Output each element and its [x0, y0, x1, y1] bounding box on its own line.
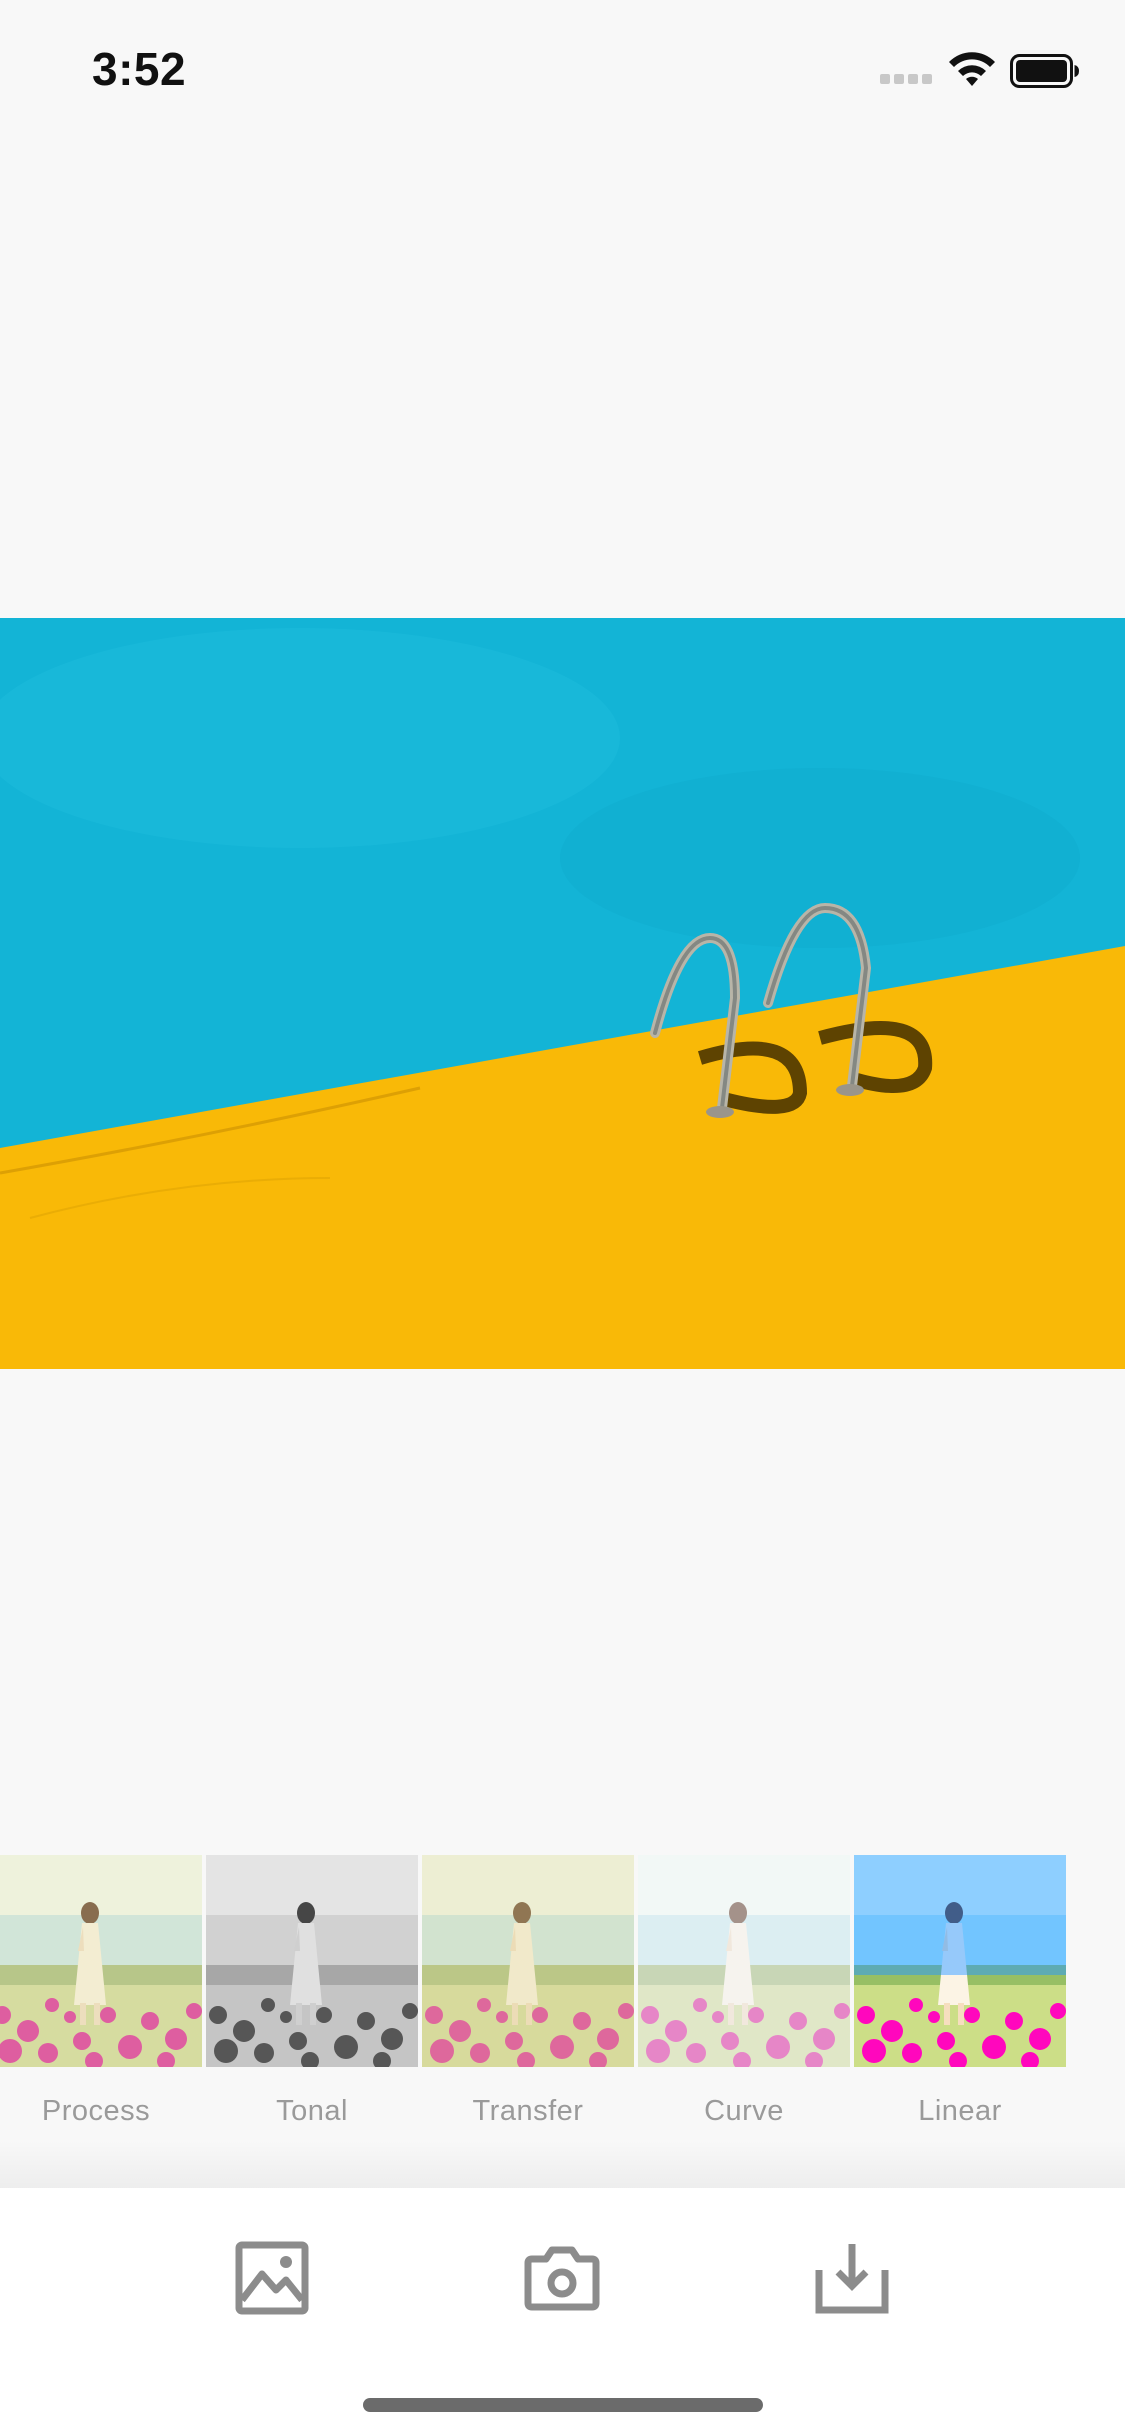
gallery-button[interactable]: [222, 2228, 322, 2328]
filter-curve-thumbnail: [638, 1855, 850, 2067]
filter-process-thumbnail: [0, 1855, 202, 2067]
filter-tonal[interactable]: Tonal: [206, 1855, 418, 2127]
download-button[interactable]: [802, 2228, 902, 2328]
filter-strip[interactable]: Process Tonal Transfer Curve Linear: [0, 1855, 1125, 2155]
filter-linear[interactable]: Linear: [854, 1855, 1066, 2127]
status-bar: 3:52: [0, 0, 1125, 132]
download-icon: [815, 2244, 889, 2314]
gallery-icon: [235, 2241, 309, 2315]
filter-transfer[interactable]: Transfer: [422, 1855, 634, 2127]
filter-linear-thumbnail: [854, 1855, 1066, 2067]
cellular-signal-icon: [880, 74, 934, 84]
toolbar-shadow: [0, 2140, 1125, 2188]
filter-label: Linear: [918, 2095, 1002, 2127]
filter-label: Transfer: [472, 2095, 584, 2127]
camera-icon: [524, 2246, 600, 2311]
main-photo: [0, 618, 1125, 1369]
filter-label: Curve: [704, 2095, 784, 2127]
status-time: 3:52: [92, 43, 187, 95]
filter-label: Process: [41, 2095, 151, 2127]
filter-label: Tonal: [276, 2095, 348, 2127]
filter-process[interactable]: Process: [0, 1855, 202, 2127]
filter-transfer-thumbnail: [422, 1855, 634, 2067]
camera-button[interactable]: [512, 2228, 612, 2328]
filter-tonal-thumbnail: [206, 1855, 418, 2067]
battery-icon: [1010, 54, 1079, 88]
home-indicator[interactable]: [363, 2398, 763, 2412]
wifi-icon: [949, 52, 995, 86]
filter-curve[interactable]: Curve: [638, 1855, 850, 2127]
